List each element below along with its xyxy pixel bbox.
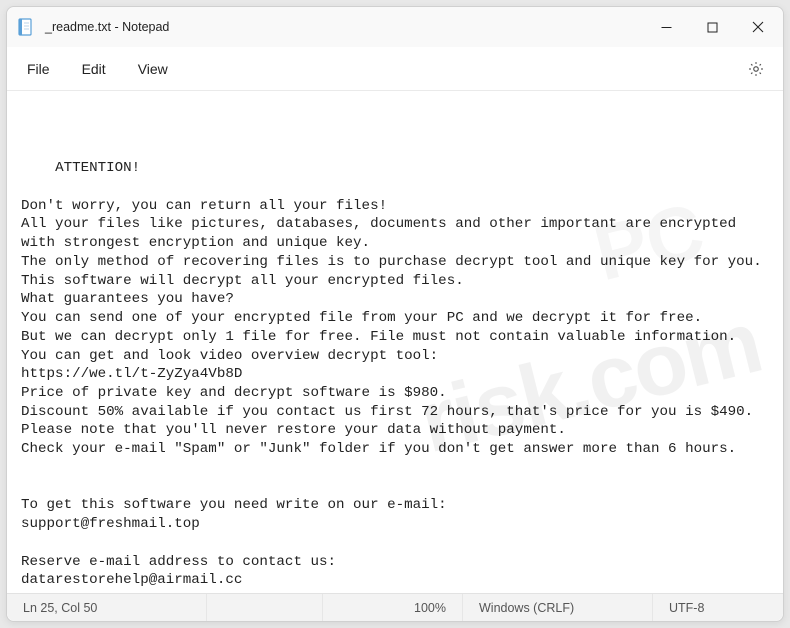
status-filler xyxy=(207,594,323,621)
settings-button[interactable] xyxy=(739,52,773,86)
document-text: ATTENTION! Don't worry, you can return a… xyxy=(21,160,762,593)
status-line-ending[interactable]: Windows (CRLF) xyxy=(463,594,653,621)
status-zoom[interactable]: 100% xyxy=(323,594,463,621)
status-encoding[interactable]: UTF-8 xyxy=(653,594,783,621)
window-title: _readme.txt - Notepad xyxy=(45,20,643,34)
close-button[interactable] xyxy=(735,7,781,47)
menubar: File Edit View xyxy=(7,47,783,91)
watermark-icon: PC xyxy=(584,179,714,305)
maximize-button[interactable] xyxy=(689,7,735,47)
statusbar: Ln 25, Col 50 100% Windows (CRLF) UTF-8 xyxy=(7,593,783,621)
text-editor-area[interactable]: PC risk.com ATTENTION! Don't worry, you … xyxy=(7,91,783,593)
minimize-button[interactable] xyxy=(643,7,689,47)
notepad-window: _readme.txt - Notepad File Edit View PC xyxy=(6,6,784,622)
menu-edit[interactable]: Edit xyxy=(72,55,128,83)
notepad-app-icon xyxy=(17,18,35,36)
titlebar[interactable]: _readme.txt - Notepad xyxy=(7,7,783,47)
window-controls xyxy=(643,7,781,47)
menu-view[interactable]: View xyxy=(128,55,190,83)
menu-file[interactable]: File xyxy=(17,55,72,83)
status-cursor-position[interactable]: Ln 25, Col 50 xyxy=(7,594,207,621)
